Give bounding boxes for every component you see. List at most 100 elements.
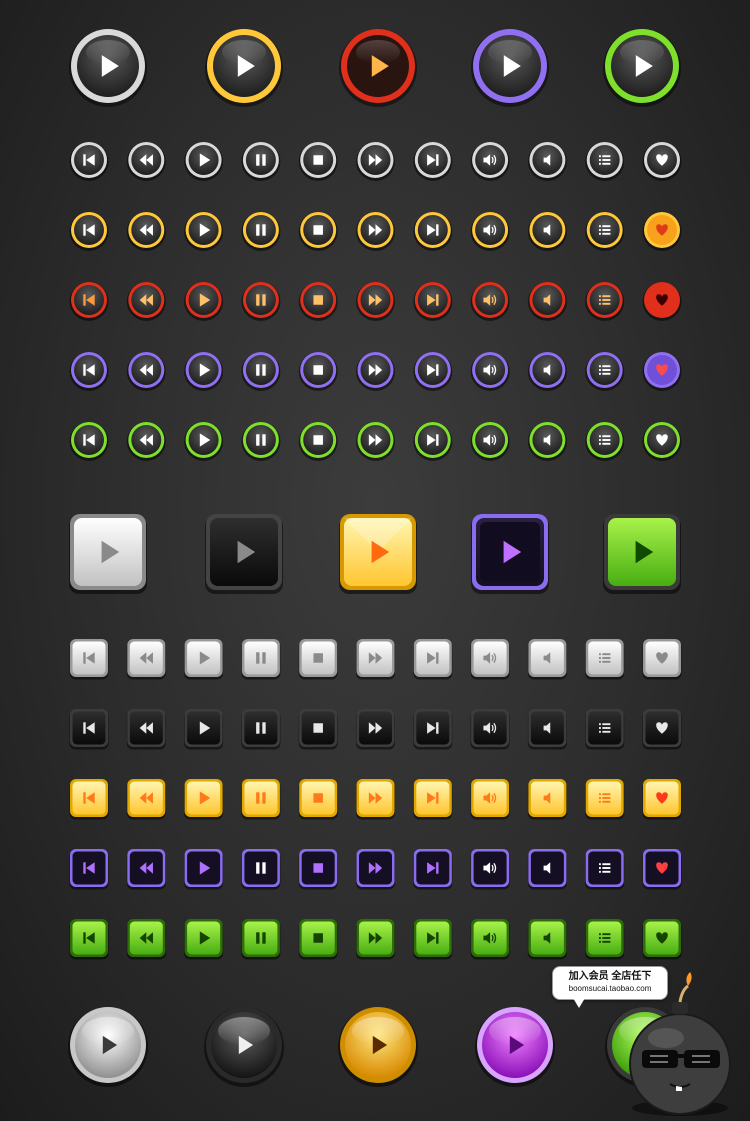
square-list-button[interactable]	[585, 709, 625, 750]
round-skip-forward-button[interactable]	[413, 212, 453, 251]
square-stop-button[interactable]	[298, 709, 338, 750]
round-volume-button[interactable]	[470, 422, 510, 461]
square-heart-button[interactable]	[642, 709, 682, 750]
round-pause-button[interactable]	[241, 142, 281, 181]
round-heart-button[interactable]	[642, 282, 682, 321]
round-stop-button[interactable]	[298, 422, 338, 461]
square-heart-button[interactable]	[642, 849, 682, 890]
square-skip-back-button[interactable]	[69, 639, 109, 680]
round-skip-forward-button[interactable]	[413, 352, 453, 391]
square-list-button[interactable]	[585, 779, 625, 820]
round-skip-back-button[interactable]	[69, 212, 109, 251]
square-speaker-button[interactable]	[527, 919, 567, 960]
round-volume-button[interactable]	[470, 352, 510, 391]
round-play-button[interactable]	[184, 142, 224, 181]
square-skip-back-button[interactable]	[69, 779, 109, 820]
round-stop-button[interactable]	[298, 212, 338, 251]
square-rewind-button[interactable]	[126, 919, 166, 960]
round-heart-button[interactable]	[642, 422, 682, 461]
square-rewind-button[interactable]	[126, 849, 166, 890]
round-heart-button[interactable]	[642, 352, 682, 391]
square-skip-back-button[interactable]	[69, 919, 109, 960]
round-list-button[interactable]	[585, 352, 625, 391]
round-play-button[interactable]	[184, 422, 224, 461]
round-volume-button[interactable]	[470, 142, 510, 181]
round-fast-forward-button[interactable]	[356, 212, 395, 251]
square-play-button[interactable]	[184, 779, 224, 820]
round-fast-forward-button[interactable]	[356, 282, 395, 321]
big-square-play-button-red[interactable]	[339, 514, 417, 594]
glossy-play-button-red[interactable]	[338, 1007, 418, 1087]
big-square-play-button-orange[interactable]	[205, 514, 283, 594]
square-speaker-button[interactable]	[527, 849, 567, 890]
round-rewind-button[interactable]	[126, 142, 166, 181]
square-fast-forward-button[interactable]	[356, 639, 395, 680]
square-play-button[interactable]	[184, 919, 224, 960]
round-pause-button[interactable]	[241, 282, 281, 321]
square-list-button[interactable]	[585, 639, 625, 680]
square-pause-button[interactable]	[241, 919, 281, 960]
glossy-play-button-white[interactable]	[68, 1007, 148, 1087]
square-skip-back-button[interactable]	[69, 709, 109, 750]
round-play-button[interactable]	[184, 352, 224, 391]
round-list-button[interactable]	[585, 282, 625, 321]
round-volume-button[interactable]	[470, 212, 510, 251]
square-volume-button[interactable]	[470, 919, 510, 960]
round-list-button[interactable]	[585, 422, 625, 461]
square-fast-forward-button[interactable]	[356, 849, 395, 890]
square-stop-button[interactable]	[298, 639, 338, 680]
glossy-play-button-purple[interactable]	[475, 1007, 555, 1087]
round-skip-back-button[interactable]	[69, 352, 109, 391]
round-rewind-button[interactable]	[126, 422, 166, 461]
round-skip-back-button[interactable]	[69, 142, 109, 181]
round-volume-button[interactable]	[470, 282, 510, 321]
round-stop-button[interactable]	[298, 352, 338, 391]
round-fast-forward-button[interactable]	[356, 352, 395, 391]
square-skip-back-button[interactable]	[69, 849, 109, 890]
square-speaker-button[interactable]	[527, 779, 567, 820]
round-skip-forward-button[interactable]	[413, 142, 453, 181]
round-pause-button[interactable]	[241, 422, 281, 461]
round-skip-forward-button[interactable]	[413, 282, 453, 321]
round-fast-forward-button[interactable]	[356, 422, 395, 461]
square-rewind-button[interactable]	[126, 779, 166, 820]
square-pause-button[interactable]	[241, 709, 281, 750]
round-speaker-button[interactable]	[527, 282, 567, 321]
square-stop-button[interactable]	[298, 849, 338, 890]
square-speaker-button[interactable]	[527, 639, 567, 680]
round-list-button[interactable]	[585, 142, 625, 181]
square-heart-button[interactable]	[642, 639, 682, 680]
round-speaker-button[interactable]	[527, 352, 567, 391]
round-stop-button[interactable]	[298, 282, 338, 321]
round-list-button[interactable]	[585, 212, 625, 251]
big-square-play-button-white[interactable]	[69, 514, 147, 594]
round-skip-back-button[interactable]	[69, 282, 109, 321]
square-volume-button[interactable]	[470, 779, 510, 820]
square-skip-forward-button[interactable]	[413, 639, 453, 680]
square-skip-forward-button[interactable]	[413, 849, 453, 890]
round-skip-back-button[interactable]	[69, 422, 109, 461]
big-ring-play-button-orange[interactable]	[205, 29, 283, 107]
round-pause-button[interactable]	[241, 352, 281, 391]
square-volume-button[interactable]	[470, 849, 510, 890]
square-stop-button[interactable]	[298, 779, 338, 820]
round-fast-forward-button[interactable]	[356, 142, 395, 181]
round-skip-forward-button[interactable]	[413, 422, 453, 461]
square-list-button[interactable]	[585, 919, 625, 960]
square-volume-button[interactable]	[470, 639, 510, 680]
square-fast-forward-button[interactable]	[356, 919, 395, 960]
round-play-button[interactable]	[184, 282, 224, 321]
square-play-button[interactable]	[184, 639, 224, 680]
round-heart-button[interactable]	[642, 212, 682, 251]
square-skip-forward-button[interactable]	[413, 779, 453, 820]
big-square-play-button-purple[interactable]	[471, 514, 549, 594]
square-fast-forward-button[interactable]	[356, 709, 395, 750]
round-heart-button[interactable]	[642, 142, 682, 181]
square-pause-button[interactable]	[241, 779, 281, 820]
square-pause-button[interactable]	[241, 849, 281, 890]
square-heart-button[interactable]	[642, 919, 682, 960]
round-speaker-button[interactable]	[527, 212, 567, 251]
square-list-button[interactable]	[585, 849, 625, 890]
round-speaker-button[interactable]	[527, 422, 567, 461]
square-pause-button[interactable]	[241, 639, 281, 680]
